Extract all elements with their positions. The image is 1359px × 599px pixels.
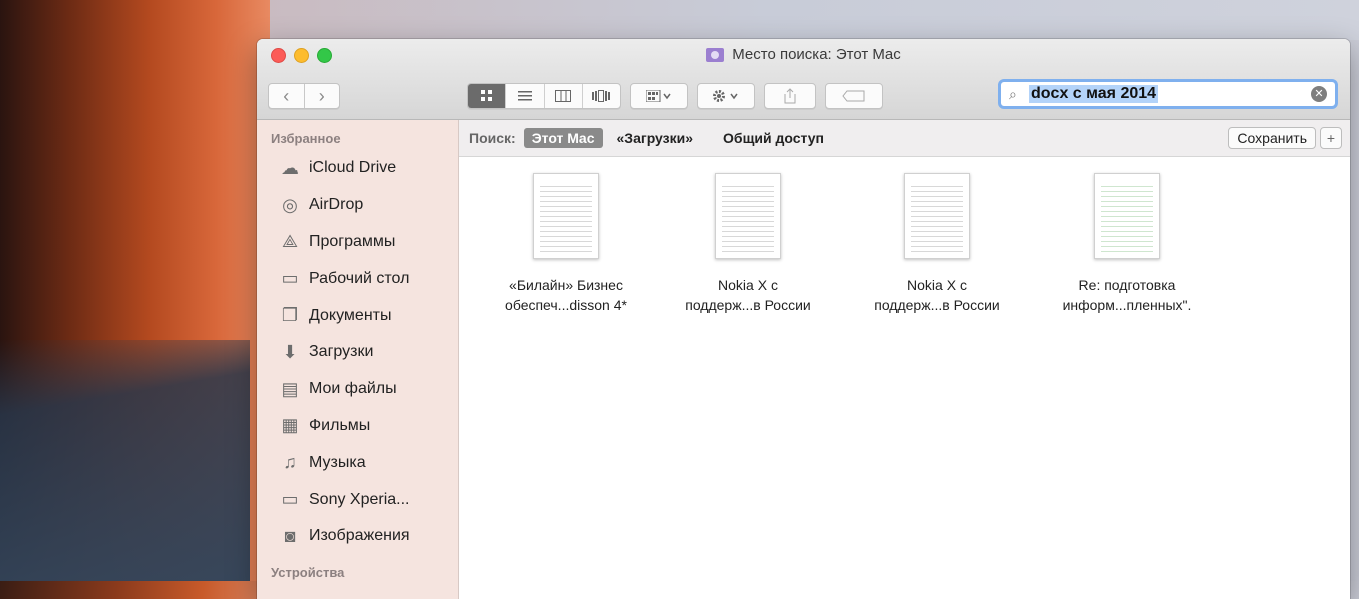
- results-area: «Билайн» Бизнес обеспеч...disson 4* Noki…: [459, 157, 1350, 599]
- sidebar-item-label: Мои файлы: [309, 380, 397, 398]
- file-name: Nokia X с поддерж...в России: [658, 275, 838, 315]
- arrange-button[interactable]: [630, 83, 688, 109]
- docx-thumbnail-icon: [904, 173, 970, 259]
- file-name-line1: «Билайн» Бизнес: [509, 277, 623, 293]
- search-icon: ⌕: [1009, 85, 1017, 102]
- docx-thumbnail-icon: [715, 173, 781, 259]
- search-query[interactable]: docx с мая 2014: [1029, 85, 1159, 103]
- file-name: Re: подготовка информ...пленных".: [1037, 275, 1217, 315]
- sidebar-item-documents[interactable]: ❐ Документы: [257, 297, 458, 334]
- desktop-icon: ▭: [281, 268, 299, 289]
- sidebar-item-label: Документы: [309, 306, 392, 324]
- file-name-line2: поддерж...в России: [685, 297, 811, 313]
- file-name-line1: Nokia X с: [718, 277, 778, 293]
- window-title: Место поиска: Этот Mac: [257, 46, 1350, 63]
- sidebar-item-label: Sony Xperia...: [309, 490, 410, 508]
- camera-icon: ◙: [284, 525, 296, 546]
- sidebar-item-label: AirDrop: [309, 196, 364, 214]
- sidebar-item-music[interactable]: ♫ Музыка: [257, 444, 458, 481]
- file-item[interactable]: Nokia X с поддерж...в России: [658, 173, 838, 315]
- sidebar-item-downloads[interactable]: ⬇ Загрузки: [257, 334, 458, 371]
- sidebar-item-label: Загрузки: [309, 343, 374, 361]
- icon-view-button[interactable]: [468, 84, 507, 108]
- forward-button[interactable]: ›: [305, 84, 340, 108]
- file-item[interactable]: Nokia X с поддерж...в России: [847, 173, 1027, 315]
- share-icon: [784, 88, 796, 104]
- documents-icon: ❐: [281, 305, 299, 326]
- sidebar-item-pictures[interactable]: ◙ Изображения: [257, 518, 458, 555]
- cloud-icon: ☁: [281, 157, 299, 178]
- sidebar-section-devices: Устройства: [271, 564, 345, 580]
- file-name-line1: Re: подготовка: [1078, 277, 1176, 293]
- sidebar-item-all-files[interactable]: ▤ Мои файлы: [257, 371, 458, 408]
- coverflow-icon: [592, 90, 611, 102]
- nav-buttons: ‹ ›: [268, 83, 340, 109]
- movies-icon: ▦: [281, 415, 299, 436]
- sidebar-item-desktop[interactable]: ▭ Рабочий стол: [257, 260, 458, 297]
- scope-downloads[interactable]: «Загрузки»: [617, 130, 694, 146]
- tag-button[interactable]: [825, 83, 883, 109]
- search-field[interactable]: ⌕ docx с мая 2014 ✕: [998, 79, 1338, 109]
- smart-folder-icon: [706, 47, 725, 62]
- action-button[interactable]: [697, 83, 755, 109]
- gear-icon: [713, 90, 738, 102]
- search-scope-bar: Поиск: Этот Mac «Загрузки» Общий доступ …: [459, 120, 1350, 157]
- docx-thumbnail-icon: [1094, 173, 1160, 259]
- share-button[interactable]: [764, 83, 816, 109]
- scope-this-mac[interactable]: Этот Mac: [523, 128, 603, 148]
- downloads-icon: ⬇: [282, 341, 298, 362]
- scope-shared[interactable]: Общий доступ: [723, 130, 824, 146]
- arrange-grid-icon: [646, 90, 671, 102]
- sidebar-section-favorites: Избранное: [271, 131, 341, 146]
- list-icon: [517, 91, 532, 101]
- file-name-line2: информ...пленных".: [1062, 297, 1192, 313]
- sidebar-item-label: iCloud Drive: [309, 159, 397, 177]
- wallpaper-sky: [180, 0, 1359, 40]
- coverflow-view-button[interactable]: [583, 84, 620, 108]
- back-button[interactable]: ‹: [269, 84, 304, 108]
- folder-icon: ▭: [281, 489, 299, 510]
- sidebar-item-airdrop[interactable]: ◎ AirDrop: [257, 187, 458, 224]
- sidebar-item-label: Рабочий стол: [309, 269, 410, 287]
- window-title-text: Место поиска: Этот Mac: [732, 46, 901, 63]
- file-name-line2: поддерж...в России: [874, 297, 1000, 313]
- sidebar-item-label: Музыка: [309, 453, 366, 471]
- music-icon: ♫: [283, 452, 297, 473]
- save-search-button[interactable]: Сохранить: [1228, 127, 1316, 149]
- sidebar-item-movies[interactable]: ▦ Фильмы: [257, 408, 458, 445]
- column-view-button[interactable]: [545, 84, 583, 108]
- airdrop-icon: ◎: [282, 194, 298, 215]
- sidebar-item-sony-xperia[interactable]: ▭ Sony Xperia...: [257, 481, 458, 518]
- clear-search-icon[interactable]: ✕: [1311, 86, 1327, 102]
- view-mode-segmented: [467, 83, 621, 109]
- file-name-line2: обеспеч...disson 4*: [505, 297, 627, 313]
- wallpaper-shadow: [0, 340, 250, 581]
- title-bar: Место поиска: Этот Mac ‹ › ⌕ docx с мая …: [257, 39, 1350, 120]
- sidebar-item-label: Изображения: [309, 527, 410, 545]
- sidebar-item-label: Программы: [309, 232, 396, 250]
- file-item[interactable]: «Билайн» Бизнес обеспеч...disson 4*: [476, 173, 656, 315]
- add-criteria-button[interactable]: +: [1320, 127, 1342, 149]
- file-item[interactable]: Re: подготовка информ...пленных".: [1037, 173, 1217, 315]
- sidebar-item-applications[interactable]: ⟁ Программы: [257, 224, 458, 261]
- all-files-icon: ▤: [281, 378, 299, 399]
- docx-thumbnail-icon: [533, 173, 599, 259]
- file-name: Nokia X с поддерж...в России: [847, 275, 1027, 315]
- applications-icon: ⟁: [281, 231, 299, 252]
- scope-label: Поиск:: [469, 130, 516, 146]
- grid-icon: [480, 90, 492, 101]
- tag-icon: [842, 90, 865, 102]
- list-view-button[interactable]: [506, 84, 545, 108]
- columns-icon: [555, 90, 572, 102]
- sidebar-item-label: Фильмы: [309, 416, 371, 434]
- finder-window: Место поиска: Этот Mac ‹ › ⌕ docx с мая …: [257, 39, 1350, 599]
- file-name-line1: Nokia X с: [907, 277, 967, 293]
- sidebar-item-icloud-drive[interactable]: ☁ iCloud Drive: [257, 150, 458, 187]
- sidebar: Избранное ☁ iCloud Drive ◎ AirDrop ⟁ Про…: [257, 120, 459, 599]
- file-name: «Билайн» Бизнес обеспеч...disson 4*: [476, 275, 656, 315]
